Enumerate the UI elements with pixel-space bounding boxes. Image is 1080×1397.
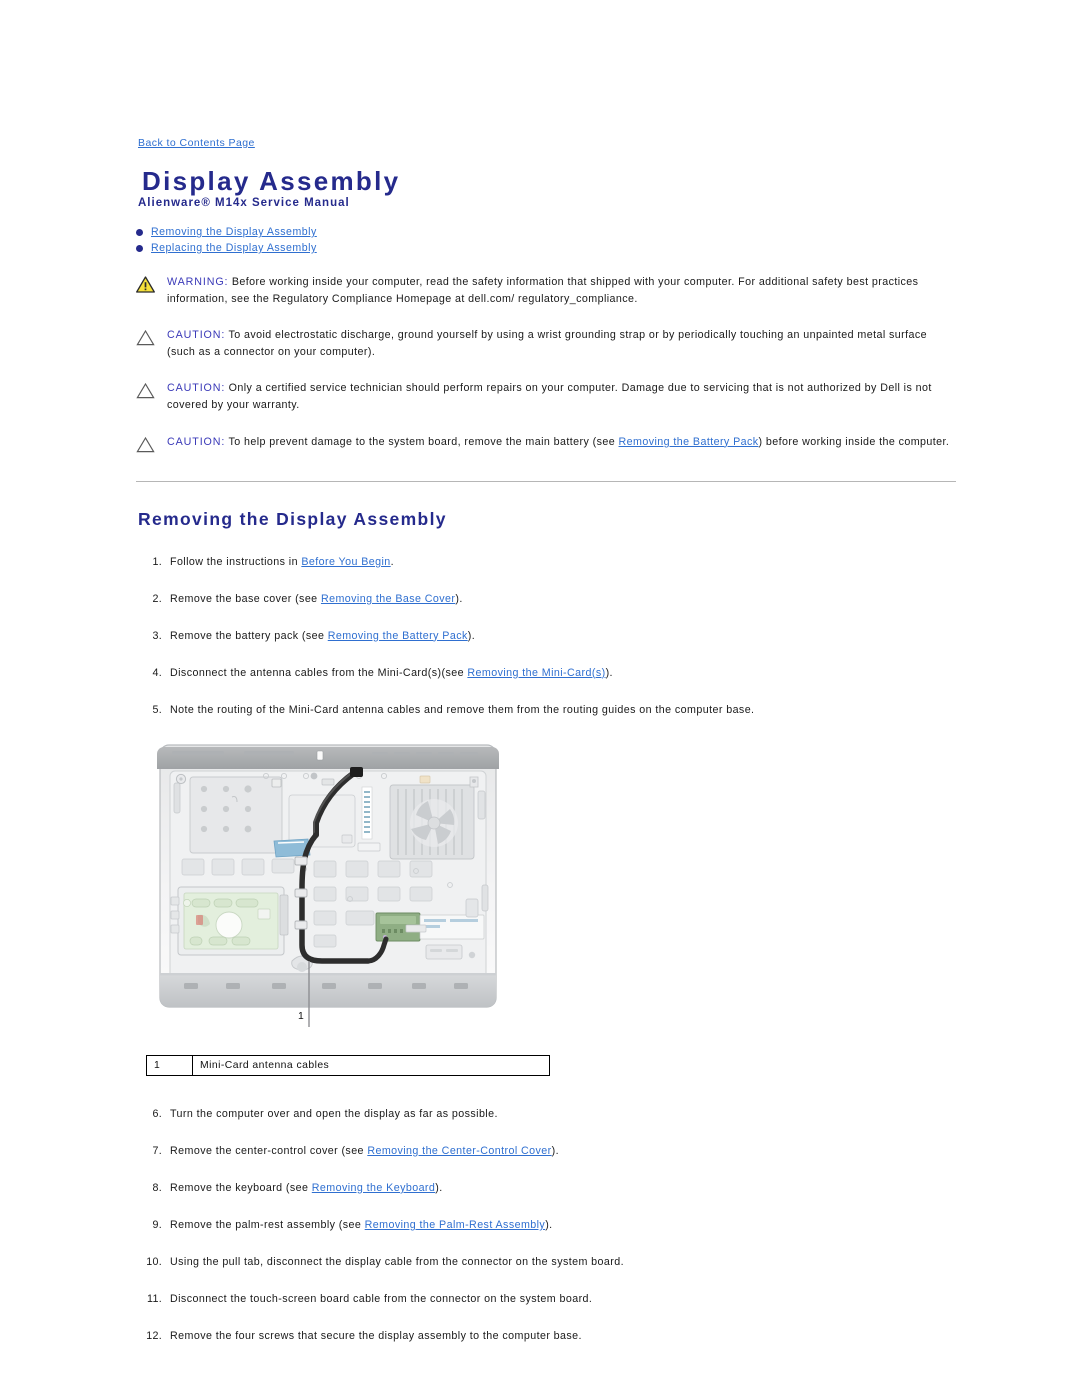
- legend-label: Mini-Card antenna cables: [192, 1054, 550, 1076]
- caution-text-1: CAUTION: To avoid electrostatic discharg…: [167, 327, 956, 360]
- toc-link-replacing[interactable]: Replacing the Display Assembly: [151, 242, 317, 254]
- caution-body: To avoid electrostatic discharge, ground…: [167, 329, 928, 358]
- step-item: 12. Remove the four screws that secure th…: [136, 1328, 956, 1344]
- link-removing-mini-cards[interactable]: Removing the Mini-Card(s): [467, 667, 605, 679]
- step-number: 9.: [152, 1218, 162, 1231]
- step-item: 11. Disconnect the touch-screen board cab…: [136, 1291, 956, 1307]
- step-text-after: ).: [605, 666, 613, 679]
- legend-index: 1: [146, 1054, 193, 1076]
- step-number: 4.: [152, 666, 162, 679]
- link-removing-battery-pack[interactable]: Removing the Battery Pack: [619, 436, 759, 448]
- step-item: 1. Follow the instructions in Before You …: [136, 554, 956, 570]
- warning-keyword: WARNING:: [167, 276, 229, 289]
- divider: [136, 480, 956, 482]
- warning-text: WARNING: Before working inside your comp…: [167, 274, 956, 307]
- step-item: 8. Remove the keyboard (see Removing the …: [136, 1180, 956, 1196]
- caution-keyword: CAUTION:: [167, 382, 226, 395]
- caution-triangle-icon: [136, 434, 158, 458]
- laptop-base-svg: [157, 744, 499, 1027]
- steps-list-part1: 1. Follow the instructions in Before You …: [136, 554, 956, 718]
- step-text-after: ).: [467, 629, 476, 642]
- step-item: 2. Remove the base cover (see Removing th…: [136, 591, 956, 607]
- step-text-after: ).: [435, 1181, 443, 1194]
- step-number: 8.: [152, 1181, 162, 1194]
- step-number: 2.: [152, 592, 162, 605]
- step-text-after: ).: [545, 1218, 553, 1231]
- warning-body: Before working inside your computer, rea…: [167, 276, 919, 305]
- link-removing-center-control-cover[interactable]: Removing the Center-Control Cover: [367, 1145, 551, 1157]
- page-subtitle: Alienware® M14x Service Manual: [138, 197, 350, 210]
- step-number: 11.: [147, 1293, 162, 1306]
- step-text-before: Remove the palm-rest assembly (see: [170, 1218, 365, 1231]
- caution-triangle-icon: [136, 327, 158, 351]
- caution-admonition-1: CAUTION: To avoid electrostatic discharg…: [136, 327, 956, 360]
- step-item: 10. Using the pull tab, disconnect the di…: [136, 1254, 956, 1270]
- caution-body-after: ) before working inside the computer.: [758, 435, 950, 448]
- step-number: 5.: [152, 703, 162, 716]
- step-text-before: Remove the keyboard (see: [170, 1181, 312, 1194]
- step-item: 4. Disconnect the antenna cables from the…: [136, 665, 956, 681]
- table-row: 1 Mini-Card antenna cables: [146, 1054, 550, 1076]
- toc-link-removing[interactable]: Removing the Display Assembly: [151, 226, 317, 238]
- link-before-you-begin[interactable]: Before You Begin: [301, 556, 390, 568]
- link-removing-base-cover[interactable]: Removing the Base Cover: [321, 593, 455, 605]
- caution-keyword: CAUTION:: [167, 435, 226, 448]
- step-number: 7.: [152, 1144, 162, 1157]
- step-item: 5. Note the routing of the Mini-Card ante…: [136, 702, 956, 718]
- back-to-contents-link[interactable]: Back to Contents Page: [138, 137, 255, 149]
- step-number: 10.: [146, 1255, 162, 1268]
- list-item: Replacing the Display Assembly: [136, 242, 956, 254]
- warning-triangle-icon: [136, 274, 158, 298]
- list-item: Removing the Display Assembly: [136, 226, 956, 238]
- caution-text-2: CAUTION: Only a certified service techni…: [167, 380, 956, 413]
- link-removing-keyboard[interactable]: Removing the Keyboard: [312, 1182, 435, 1194]
- step-item: 9. Remove the palm-rest assembly (see Rem…: [136, 1217, 956, 1233]
- caution-text-3: CAUTION: To help prevent damage to the s…: [167, 434, 949, 451]
- step-number: 3.: [152, 629, 162, 642]
- link-removing-palm-rest-assembly[interactable]: Removing the Palm-Rest Assembly: [365, 1219, 546, 1231]
- step-item: 7. Remove the center-control cover (see R…: [136, 1143, 956, 1159]
- step-text-before: Remove the four screws that secure the d…: [170, 1330, 582, 1343]
- caution-triangle-icon: [136, 380, 158, 404]
- laptop-base-illustration: 1: [154, 739, 502, 1039]
- caution-body: Only a certified service technician shou…: [167, 382, 932, 411]
- step-item: 3. Remove the battery pack (see Removing …: [136, 628, 956, 644]
- link-removing-battery-pack[interactable]: Removing the Battery Pack: [328, 630, 468, 642]
- step-text-before: Disconnect the antenna cables from the M…: [170, 666, 468, 679]
- step-item: 6. Turn the computer over and open the di…: [136, 1106, 956, 1122]
- figure-legend-table: 1 Mini-Card antenna cables: [146, 1054, 550, 1076]
- caution-body-before: To help prevent damage to the system boa…: [225, 435, 619, 448]
- step-text-before: Disconnect the touch-screen board cable …: [170, 1293, 593, 1306]
- step-text-after: ).: [455, 592, 463, 605]
- warning-admonition: WARNING: Before working inside your comp…: [136, 274, 956, 307]
- page-content: Back to Contents Page Display Assembly A…: [136, 133, 956, 1365]
- service-manual-page: Back to Contents Page Display Assembly A…: [0, 0, 1080, 1397]
- topic-list: Removing the Display Assembly Replacing …: [136, 226, 956, 254]
- step-number: 12.: [146, 1330, 162, 1343]
- step-text-before: Using the pull tab, disconnect the displ…: [170, 1255, 625, 1268]
- steps-list-part2: 6. Turn the computer over and open the di…: [136, 1106, 956, 1344]
- bullet-icon: [136, 244, 143, 252]
- step-text-before: Follow the instructions in: [170, 555, 302, 568]
- callout-number-1: 1: [298, 1010, 304, 1022]
- step-number: 1.: [152, 555, 162, 568]
- step-number: 6.: [152, 1107, 162, 1120]
- caution-keyword: CAUTION:: [167, 329, 226, 342]
- caution-admonition-3: CAUTION: To help prevent damage to the s…: [136, 434, 956, 458]
- step-text-before: Turn the computer over and open the disp…: [170, 1107, 498, 1120]
- figure-computer-base: 1 1 Mini-Card antenna cables: [144, 739, 550, 1076]
- step-text-before: Note the routing of the Mini-Card antenn…: [170, 703, 755, 716]
- step-text-after: ).: [551, 1144, 560, 1157]
- step-text-before: Remove the center-control cover (see: [170, 1144, 368, 1157]
- page-title: Display Assembly: [142, 166, 401, 196]
- step-text-before: Remove the battery pack (see: [170, 629, 328, 642]
- caution-admonition-2: CAUTION: Only a certified service techni…: [136, 380, 956, 413]
- section-title: Removing the Display Assembly: [138, 508, 447, 529]
- step-text-before: Remove the base cover (see: [170, 592, 321, 605]
- step-text-after: .: [390, 555, 395, 568]
- bullet-icon: [136, 228, 143, 236]
